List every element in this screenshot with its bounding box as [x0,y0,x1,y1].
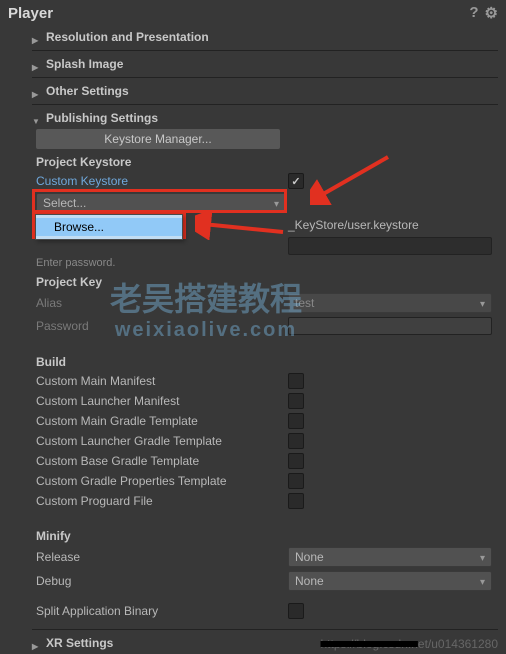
build-option-checkbox[interactable] [288,493,304,509]
build-option-label: Custom Main Manifest [36,374,288,388]
build-option-label: Custom Base Gradle Template [36,454,288,468]
splash-foldout[interactable]: Splash Image [32,53,498,75]
build-option-row: Custom Launcher Manifest [32,391,498,411]
publishing-label: Publishing Settings [46,111,158,125]
splash-label: Splash Image [46,57,123,71]
settings-icon[interactable]: ⚙ [485,4,498,22]
dropdown-arrow-icon [480,550,485,564]
build-header: Build [32,349,498,371]
other-label: Other Settings [46,84,129,98]
build-option-row: Custom Base Gradle Template [32,451,498,471]
chevron-down-icon [32,113,42,123]
publishing-foldout[interactable]: Publishing Settings [32,107,498,129]
build-option-checkbox[interactable] [288,373,304,389]
custom-keystore-label: Custom Keystore [36,174,288,188]
build-option-row: Custom Launcher Gradle Template [32,431,498,451]
project-keystore-header: Project Keystore [32,149,498,171]
xr-label: XR Settings [46,636,113,650]
project-key-header: Project Key [32,269,498,291]
build-option-label: Custom Gradle Properties Template [36,474,288,488]
build-option-checkbox[interactable] [288,473,304,489]
build-option-checkbox[interactable] [288,393,304,409]
split-binary-checkbox[interactable] [288,603,304,619]
keystore-manager-button[interactable]: Keystore Manager... [36,129,280,149]
player-title-bar: Player ? ⚙ [0,0,506,26]
release-value: None [295,550,324,564]
build-option-label: Custom Proguard File [36,494,288,508]
password-help: Enter password. [32,257,498,269]
dropdown-arrow-icon [480,574,485,588]
chevron-right-icon [32,638,42,648]
keystore-browse-popup: Browse... [35,214,183,240]
select-label: Select... [43,196,86,210]
key-password-label: Password [36,319,288,333]
build-option-checkbox[interactable] [288,413,304,429]
dropdown-arrow-icon [274,196,279,210]
alias-label: Alias [36,296,288,310]
keystore-select-dropdown[interactable]: Select... [36,193,286,213]
resolution-foldout[interactable]: Resolution and Presentation [32,26,498,48]
blog-url: https://blog.csdn.net/u014361280 [321,637,499,651]
keystore-password-field[interactable] [288,237,492,255]
alias-dropdown[interactable]: test [288,293,492,313]
build-option-checkbox[interactable] [288,433,304,449]
build-option-row: Custom Proguard File [32,491,498,511]
build-option-label: Custom Launcher Gradle Template [36,434,288,448]
browse-menu-item[interactable]: Browse... [36,218,182,236]
chevron-right-icon [32,59,42,69]
minify-header: Minify [32,523,498,545]
build-option-checkbox[interactable] [288,453,304,469]
build-option-row: Custom Main Manifest [32,371,498,391]
resolution-label: Resolution and Presentation [46,30,209,44]
alias-value: test [295,296,314,310]
build-option-row: Custom Gradle Properties Template [32,471,498,491]
release-dropdown[interactable]: None [288,547,492,567]
dropdown-arrow-icon [480,296,485,310]
keystore-path-value: _KeyStore/user.keystore [288,218,419,232]
debug-value: None [295,574,324,588]
split-binary-label: Split Application Binary [36,604,288,618]
other-foldout[interactable]: Other Settings [32,80,498,102]
player-title: Player [8,5,53,22]
release-label: Release [36,550,288,564]
debug-label: Debug [36,574,288,588]
debug-dropdown[interactable]: None [288,571,492,591]
build-option-row: Custom Main Gradle Template [32,411,498,431]
build-option-label: Custom Main Gradle Template [36,414,288,428]
help-icon[interactable]: ? [469,4,478,22]
chevron-right-icon [32,86,42,96]
chevron-right-icon [32,32,42,42]
custom-keystore-checkbox[interactable] [288,173,304,189]
build-option-label: Custom Launcher Manifest [36,394,288,408]
key-password-field[interactable] [288,317,492,335]
